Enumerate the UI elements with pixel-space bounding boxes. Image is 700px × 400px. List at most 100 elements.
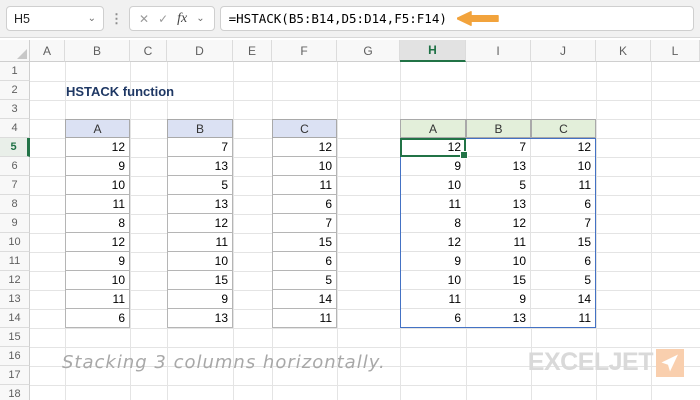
row-header-17[interactable]: 17 bbox=[0, 366, 30, 385]
table-cell[interactable]: 13 bbox=[167, 309, 233, 328]
result-cell[interactable]: 15 bbox=[531, 233, 596, 252]
row-header-3[interactable]: 3 bbox=[0, 100, 30, 119]
table-cell[interactable]: 5 bbox=[167, 176, 233, 195]
column-header-J[interactable]: J bbox=[531, 40, 596, 62]
result-cell[interactable]: 9 bbox=[400, 252, 466, 271]
row-header-8[interactable]: 8 bbox=[0, 195, 30, 214]
result-cell[interactable]: 12 bbox=[400, 233, 466, 252]
sheet-caption[interactable]: Stacking 3 columns horizontally. bbox=[62, 352, 386, 373]
row-header-5[interactable]: 5 bbox=[0, 138, 30, 157]
column-header-A[interactable]: A bbox=[30, 40, 65, 62]
column-header-E[interactable]: E bbox=[233, 40, 272, 62]
table-cell[interactable]: 8 bbox=[65, 214, 130, 233]
result-cell[interactable]: 5 bbox=[466, 176, 531, 195]
source-table-header[interactable]: A bbox=[65, 119, 130, 138]
table-cell[interactable]: 11 bbox=[272, 176, 337, 195]
result-cell[interactable]: 14 bbox=[531, 290, 596, 309]
table-cell[interactable]: 10 bbox=[272, 157, 337, 176]
result-cell[interactable]: 6 bbox=[531, 252, 596, 271]
cancel-icon[interactable]: ✕ bbox=[139, 13, 149, 25]
result-table-header[interactable]: A bbox=[400, 119, 466, 138]
row-header-11[interactable]: 11 bbox=[0, 252, 30, 271]
table-cell[interactable]: 14 bbox=[272, 290, 337, 309]
result-cell[interactable]: 10 bbox=[466, 252, 531, 271]
selected-cell-outline[interactable] bbox=[400, 138, 468, 159]
table-cell[interactable]: 11 bbox=[65, 195, 130, 214]
fx-chevron-icon[interactable]: ⌄ bbox=[196, 13, 204, 24]
table-cell[interactable]: 11 bbox=[272, 309, 337, 328]
result-cell[interactable]: 11 bbox=[400, 290, 466, 309]
name-box[interactable]: H5 ⌄ bbox=[6, 6, 104, 31]
column-header-F[interactable]: F bbox=[272, 40, 337, 62]
result-cell[interactable]: 8 bbox=[400, 214, 466, 233]
table-cell[interactable]: 5 bbox=[272, 271, 337, 290]
column-header-D[interactable]: D bbox=[167, 40, 233, 62]
result-cell[interactable]: 6 bbox=[531, 195, 596, 214]
result-cell[interactable]: 9 bbox=[400, 157, 466, 176]
result-cell[interactable]: 10 bbox=[400, 271, 466, 290]
row-header-18[interactable]: 18 bbox=[0, 385, 30, 400]
table-cell[interactable]: 15 bbox=[272, 233, 337, 252]
result-cell[interactable]: 7 bbox=[531, 214, 596, 233]
result-cell[interactable]: 6 bbox=[400, 309, 466, 328]
result-cell[interactable]: 13 bbox=[466, 309, 531, 328]
table-cell[interactable]: 11 bbox=[167, 233, 233, 252]
table-cell[interactable]: 10 bbox=[65, 271, 130, 290]
row-header-14[interactable]: 14 bbox=[0, 309, 30, 328]
table-cell[interactable]: 6 bbox=[272, 195, 337, 214]
result-table-header[interactable]: C bbox=[531, 119, 596, 138]
row-header-2[interactable]: 2 bbox=[0, 81, 30, 100]
source-table-header[interactable]: C bbox=[272, 119, 337, 138]
row-header-12[interactable]: 12 bbox=[0, 271, 30, 290]
table-cell[interactable]: 11 bbox=[65, 290, 130, 309]
fill-handle[interactable] bbox=[460, 151, 468, 159]
table-cell[interactable]: 12 bbox=[167, 214, 233, 233]
result-cell[interactable]: 11 bbox=[400, 195, 466, 214]
column-header-K[interactable]: K bbox=[596, 40, 651, 62]
result-table-header[interactable]: B bbox=[466, 119, 531, 138]
enter-icon[interactable]: ✓ bbox=[158, 13, 168, 25]
table-cell[interactable]: 6 bbox=[65, 309, 130, 328]
row-header-1[interactable]: 1 bbox=[0, 62, 30, 81]
table-cell[interactable]: 6 bbox=[272, 252, 337, 271]
row-header-10[interactable]: 10 bbox=[0, 233, 30, 252]
table-cell[interactable]: 13 bbox=[167, 157, 233, 176]
result-cell[interactable]: 15 bbox=[466, 271, 531, 290]
row-header-16[interactable]: 16 bbox=[0, 347, 30, 366]
result-cell[interactable]: 12 bbox=[531, 138, 596, 157]
result-cell[interactable]: 12 bbox=[466, 214, 531, 233]
result-cell[interactable]: 9 bbox=[466, 290, 531, 309]
table-cell[interactable]: 7 bbox=[167, 138, 233, 157]
column-header-I[interactable]: I bbox=[466, 40, 531, 62]
table-cell[interactable]: 7 bbox=[272, 214, 337, 233]
result-cell[interactable]: 11 bbox=[531, 176, 596, 195]
result-cell[interactable]: 10 bbox=[531, 157, 596, 176]
row-header-9[interactable]: 9 bbox=[0, 214, 30, 233]
table-cell[interactable]: 12 bbox=[65, 233, 130, 252]
result-cell[interactable]: 5 bbox=[531, 271, 596, 290]
table-cell[interactable]: 10 bbox=[65, 176, 130, 195]
column-header-C[interactable]: C bbox=[130, 40, 167, 62]
result-cell[interactable]: 13 bbox=[466, 195, 531, 214]
table-cell[interactable]: 9 bbox=[65, 252, 130, 271]
row-header-13[interactable]: 13 bbox=[0, 290, 30, 309]
table-cell[interactable]: 10 bbox=[167, 252, 233, 271]
result-cell[interactable]: 11 bbox=[531, 309, 596, 328]
table-cell[interactable]: 12 bbox=[65, 138, 130, 157]
result-cell[interactable]: 10 bbox=[400, 176, 466, 195]
row-header-7[interactable]: 7 bbox=[0, 176, 30, 195]
table-cell[interactable]: 9 bbox=[167, 290, 233, 309]
row-header-15[interactable]: 15 bbox=[0, 328, 30, 347]
source-table-header[interactable]: B bbox=[167, 119, 233, 138]
table-cell[interactable]: 12 bbox=[272, 138, 337, 157]
row-header-6[interactable]: 6 bbox=[0, 157, 30, 176]
table-cell[interactable]: 15 bbox=[167, 271, 233, 290]
result-cell[interactable]: 7 bbox=[466, 138, 531, 157]
result-cell[interactable]: 11 bbox=[466, 233, 531, 252]
column-header-B[interactable]: B bbox=[65, 40, 130, 62]
sheet-title[interactable]: HSTACK function bbox=[66, 84, 174, 99]
select-all-corner[interactable] bbox=[0, 40, 30, 62]
row-header-4[interactable]: 4 bbox=[0, 119, 30, 138]
table-cell[interactable]: 13 bbox=[167, 195, 233, 214]
column-header-L[interactable]: L bbox=[651, 40, 700, 62]
